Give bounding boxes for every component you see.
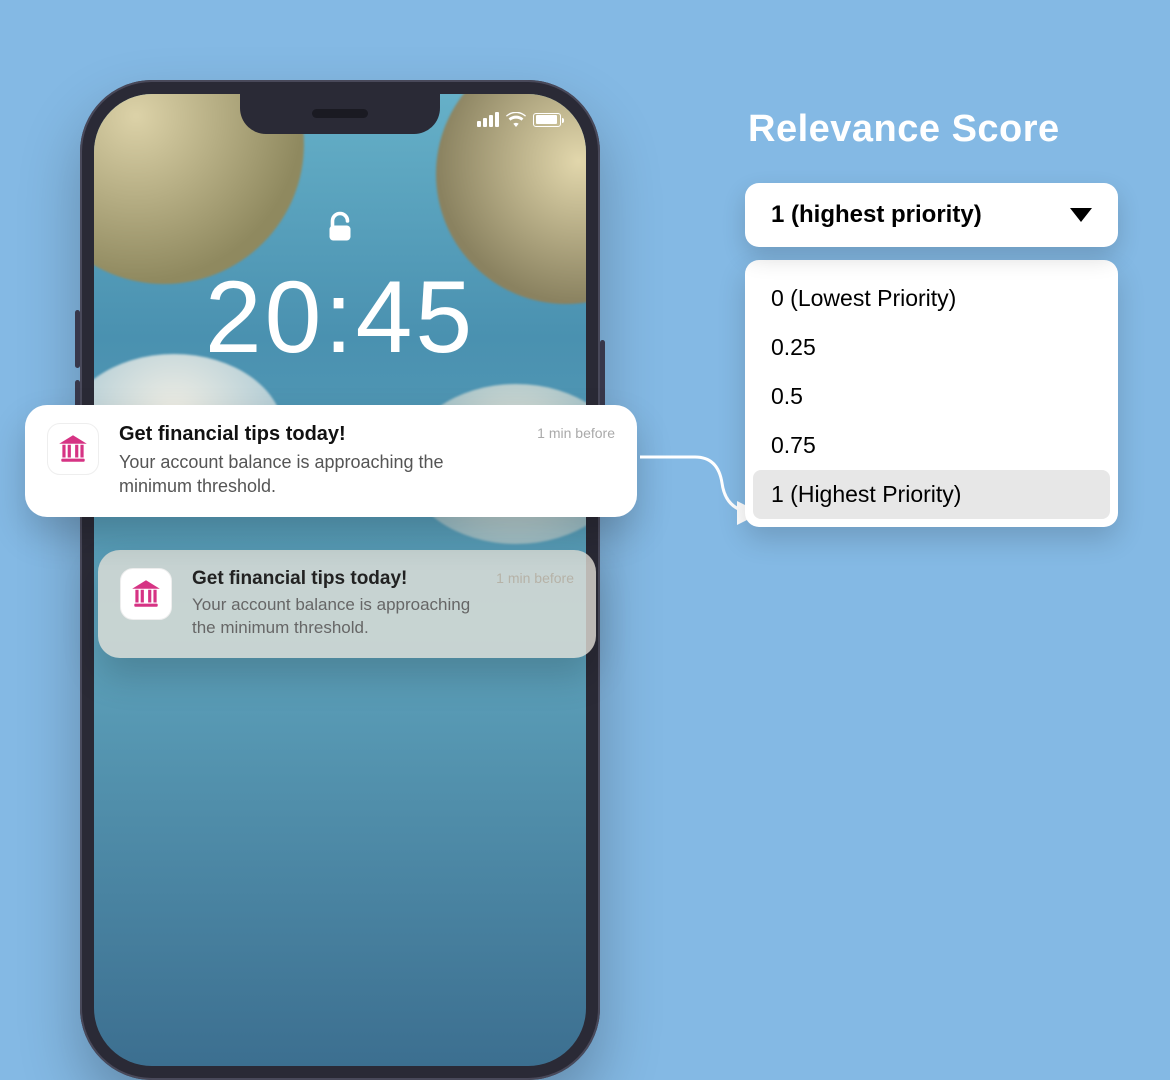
notification-primary[interactable]: Get financial tips today! Your account b…: [25, 405, 637, 517]
option-025[interactable]: 0.25: [753, 323, 1110, 372]
status-bar: [477, 112, 561, 127]
app-icon-bank: [120, 568, 172, 620]
unlocked-icon: [322, 209, 358, 245]
notification-secondary[interactable]: Get financial tips today! Your account b…: [98, 550, 596, 658]
relevance-score-select[interactable]: 1 (highest priority): [745, 183, 1118, 247]
wifi-icon: [506, 112, 526, 127]
phone-notch: [240, 94, 440, 134]
notification-title: Get financial tips today!: [119, 423, 517, 446]
option-0[interactable]: 0 (Lowest Priority): [753, 274, 1110, 323]
notification-body: Your account balance is approaching the …: [119, 450, 517, 499]
option-1[interactable]: 1 (Highest Priority): [753, 470, 1110, 519]
select-current-value: 1 (highest priority): [771, 201, 982, 229]
panel-title: Relevance Score: [748, 108, 1060, 151]
cellular-signal-icon: [477, 112, 499, 127]
option-075[interactable]: 0.75: [753, 421, 1110, 470]
notification-time: 1 min before: [496, 570, 574, 586]
bank-icon: [56, 432, 90, 466]
battery-icon: [533, 113, 561, 127]
bank-icon: [129, 577, 163, 611]
notification-title: Get financial tips today!: [192, 568, 476, 590]
notification-time: 1 min before: [537, 425, 615, 441]
app-icon-bank: [47, 423, 99, 475]
lock-screen-area: 20:45: [94, 209, 586, 376]
relevance-score-options: 0 (Lowest Priority) 0.25 0.5 0.75 1 (Hig…: [745, 260, 1118, 527]
notification-body: Your account balance is approaching the …: [192, 594, 476, 640]
lockscreen-time: 20:45: [205, 259, 475, 376]
chevron-down-icon: [1070, 208, 1092, 222]
option-05[interactable]: 0.5: [753, 372, 1110, 421]
volume-up-button[interactable]: [75, 310, 80, 368]
